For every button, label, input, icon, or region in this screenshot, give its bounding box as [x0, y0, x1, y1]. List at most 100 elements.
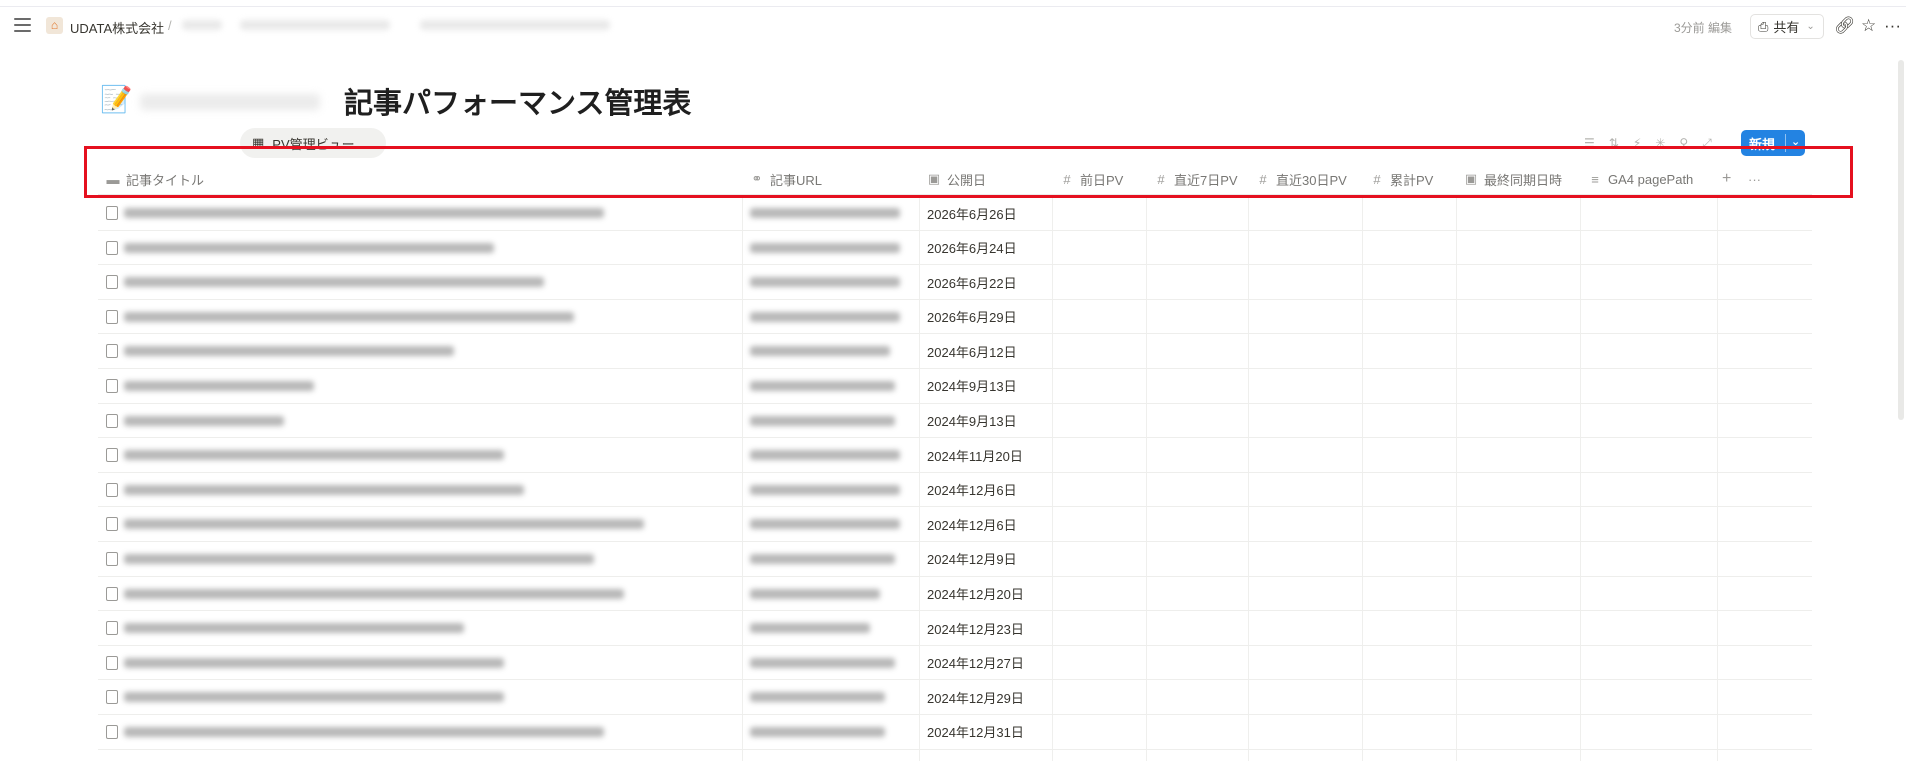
table-row[interactable]: 2024年12月9日 — [98, 542, 1812, 577]
row-date-cell[interactable]: 2024年11月20日 — [927, 438, 1023, 472]
row-title-cell[interactable] — [106, 646, 504, 680]
page-icon — [106, 275, 118, 290]
page-icon — [106, 309, 118, 324]
blurred-url[interactable] — [750, 657, 895, 668]
blurred-title — [124, 346, 454, 357]
row-date-cell[interactable]: 2024年12月6日 — [927, 473, 1017, 507]
breadcrumb-separator: / — [168, 18, 172, 33]
blurred-url[interactable] — [750, 553, 895, 564]
row-title-cell[interactable] — [106, 231, 494, 265]
blurred-title — [124, 242, 494, 253]
memo-icon[interactable]: 📝 — [100, 84, 132, 115]
blurred-url[interactable] — [750, 346, 890, 357]
row-title-cell[interactable] — [106, 715, 604, 749]
home-icon: ⌂ — [46, 17, 63, 34]
row-title-cell[interactable] — [106, 369, 314, 403]
blurred-url[interactable] — [750, 692, 885, 703]
row-title-cell[interactable] — [106, 577, 624, 611]
table-row[interactable]: 2024年12月20日 — [98, 577, 1812, 612]
row-title-cell[interactable] — [106, 265, 544, 299]
row-title-cell[interactable] — [106, 473, 524, 507]
table-row[interactable]: 2026年6月22日 — [98, 265, 1812, 300]
row-date-cell[interactable]: 2024年12月31日 — [927, 715, 1024, 749]
breadcrumb-blurred-item[interactable] — [240, 20, 390, 30]
blurred-title — [124, 588, 624, 599]
breadcrumb-blurred-item[interactable] — [420, 20, 610, 30]
page-icon — [106, 724, 118, 739]
blurred-url[interactable] — [750, 277, 900, 288]
more-icon[interactable]: ··· — [1884, 16, 1901, 36]
row-title-cell[interactable] — [106, 507, 644, 541]
blurred-url[interactable] — [750, 588, 880, 599]
link-icon[interactable]: 🔗︎ — [1834, 16, 1856, 36]
blurred-url[interactable] — [750, 450, 900, 461]
table-row[interactable]: 2024年12月27日 — [98, 646, 1812, 681]
blurred-url[interactable] — [750, 519, 900, 530]
table-row[interactable]: 2024年9月13日 — [98, 369, 1812, 404]
table-row[interactable]: 2026年6月29日 — [98, 300, 1812, 335]
page-title[interactable]: 記事パフォーマンス管理表 — [344, 80, 691, 122]
row-title-cell[interactable] — [106, 680, 504, 714]
table-row[interactable]: 2024年9月13日 — [98, 404, 1812, 439]
row-date-cell[interactable]: 2026年6月29日 — [927, 300, 1017, 334]
top-divider — [0, 6, 1906, 7]
blurred-title — [124, 623, 464, 634]
blurred-title — [124, 726, 604, 737]
row-title-cell[interactable] — [106, 542, 594, 576]
row-date-cell[interactable]: 2026年6月26日 — [927, 196, 1017, 230]
table-row[interactable]: 2026年6月24日 — [98, 231, 1812, 266]
row-date-cell[interactable]: 2024年12月9日 — [927, 542, 1017, 576]
row-title-cell[interactable] — [106, 404, 284, 438]
page-icon — [106, 621, 118, 636]
blurred-subtitle — [140, 94, 320, 110]
blurred-url[interactable] — [750, 311, 900, 322]
table-row[interactable]: 2024年12月31日 — [98, 715, 1812, 750]
share-label: 共有 — [1773, 20, 1800, 35]
row-title-cell[interactable] — [106, 438, 504, 472]
table-row[interactable]: 2024年6月12日 — [98, 334, 1812, 369]
row-date-cell[interactable]: 2026年6月22日 — [927, 265, 1017, 299]
share-button[interactable]: ⎙ 共有 ⌄ — [1750, 14, 1824, 39]
blurred-url[interactable] — [750, 484, 900, 495]
row-date-cell[interactable]: 2024年12月20日 — [927, 577, 1024, 611]
blurred-title — [124, 484, 524, 495]
row-date-cell[interactable]: 2024年9月13日 — [927, 404, 1017, 438]
blurred-url[interactable] — [750, 623, 870, 634]
row-date-cell[interactable]: 2026年6月24日 — [927, 231, 1017, 265]
row-date-cell[interactable]: 2024年12月23日 — [927, 611, 1024, 645]
star-icon[interactable]: ☆ — [1861, 16, 1876, 36]
blurred-url[interactable] — [750, 415, 895, 426]
blurred-url[interactable] — [750, 242, 900, 253]
table-row[interactable]: 2024年12月6日 — [98, 473, 1812, 508]
page-icon — [106, 690, 118, 705]
row-date-cell[interactable]: 2024年12月29日 — [927, 680, 1024, 714]
row-title-cell[interactable] — [106, 334, 454, 368]
blurred-title — [124, 380, 314, 391]
row-date-cell[interactable]: 2024年6月12日 — [927, 334, 1017, 368]
breadcrumb-blurred-item[interactable] — [182, 20, 222, 30]
table-row[interactable]: 2024年12月23日 — [98, 611, 1812, 646]
row-title-cell[interactable] — [106, 196, 604, 230]
table-row[interactable]: 2024年12月6日 — [98, 507, 1812, 542]
blurred-title — [124, 415, 284, 426]
blurred-title — [124, 553, 594, 564]
table-row[interactable]: 2024年12月29日 — [98, 680, 1812, 715]
breadcrumb-workspace[interactable]: UDATA株式会社 — [70, 18, 164, 37]
blurred-url[interactable] — [750, 726, 885, 737]
row-title-cell[interactable] — [106, 611, 464, 645]
row-title-cell[interactable] — [106, 300, 574, 334]
table-row[interactable]: 2026年6月26日 — [98, 196, 1812, 231]
page-icon — [106, 517, 118, 532]
row-date-cell[interactable]: 2024年12月6日 — [927, 507, 1017, 541]
blurred-title — [124, 692, 504, 703]
row-date-cell[interactable]: 2024年12月27日 — [927, 646, 1024, 680]
blurred-url[interactable] — [750, 380, 895, 391]
blurred-title — [124, 311, 574, 322]
table-row[interactable]: 2024年11月20日 — [98, 438, 1812, 473]
page-icon — [106, 344, 118, 359]
row-date-cell[interactable]: 2024年9月13日 — [927, 369, 1017, 403]
page-icon — [106, 378, 118, 393]
menu-icon[interactable] — [14, 18, 31, 32]
vertical-scrollbar[interactable] — [1898, 60, 1904, 420]
blurred-url[interactable] — [750, 208, 900, 218]
